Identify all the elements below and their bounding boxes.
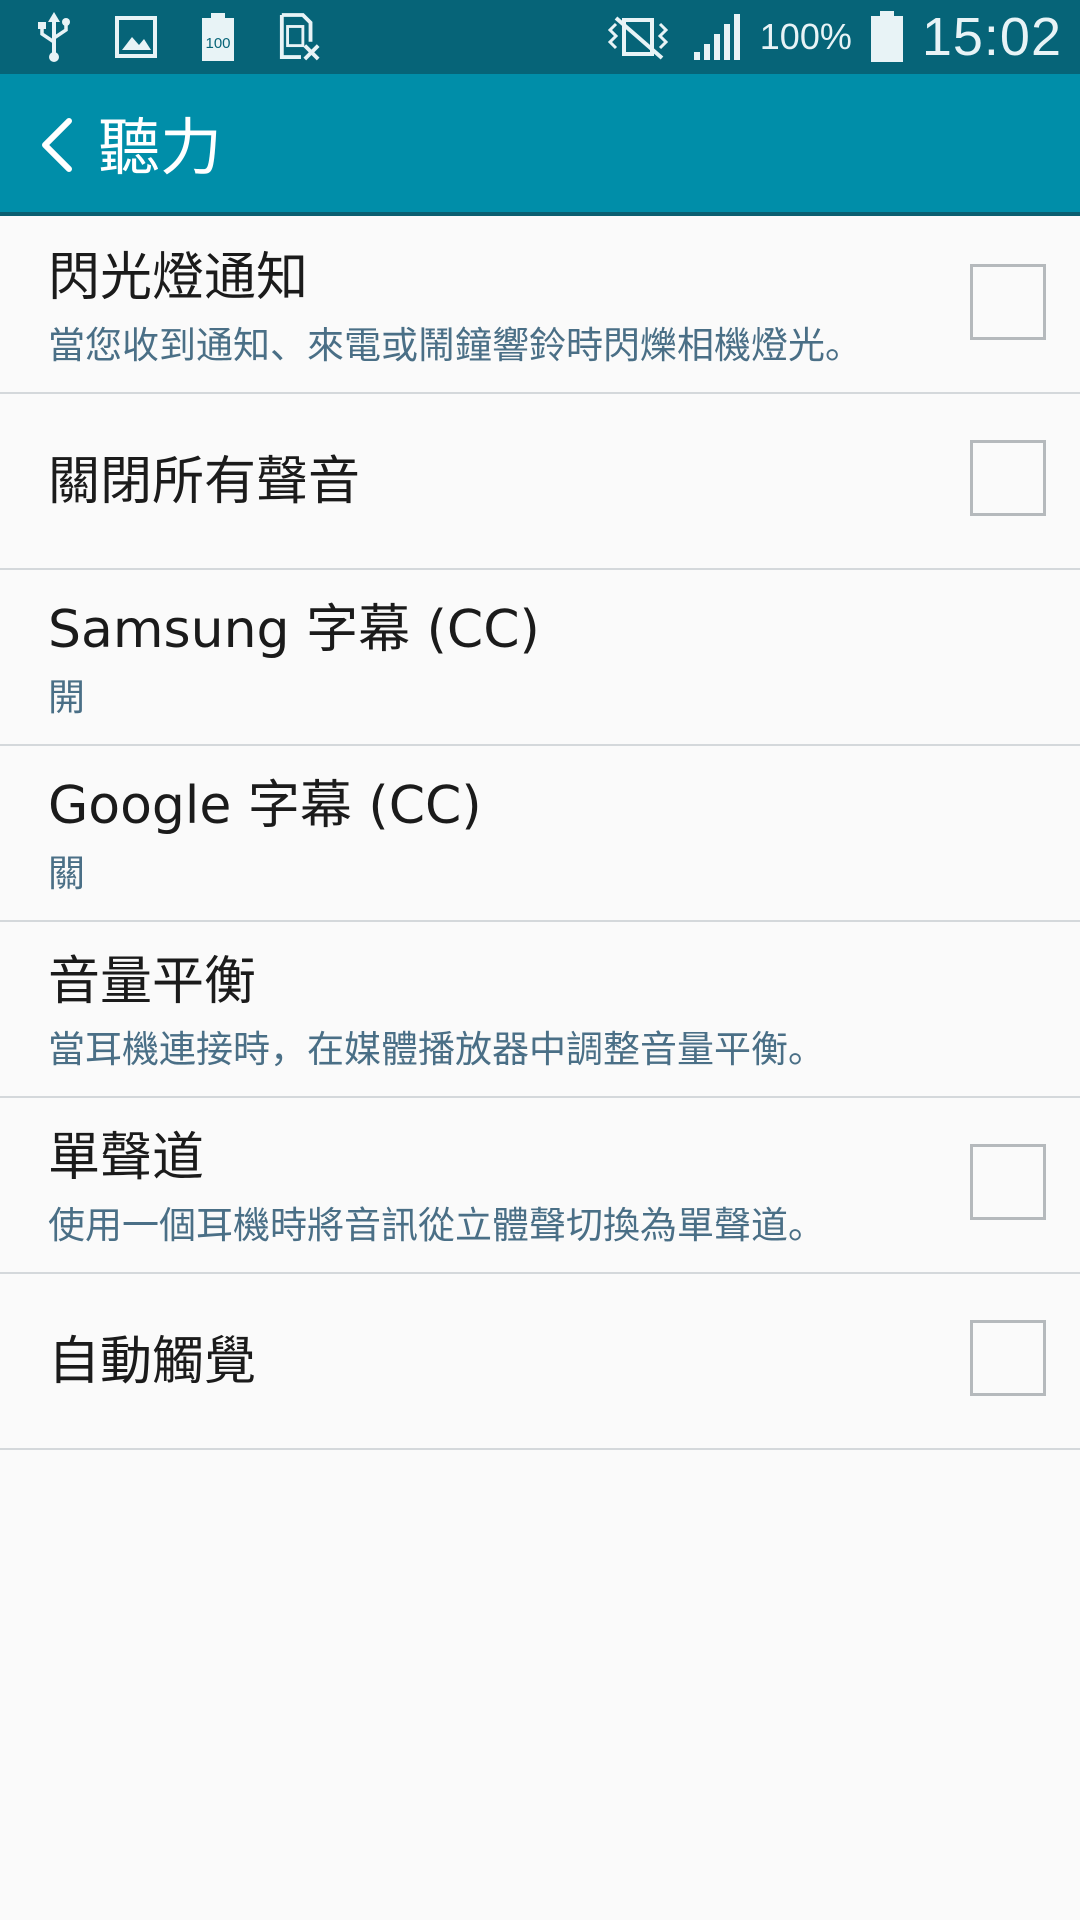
vibrate-icon <box>602 12 674 62</box>
auto-haptic-checkbox[interactable] <box>970 1320 1046 1396</box>
setting-subtitle: 開 <box>48 676 85 719</box>
setting-mono-audio[interactable]: 單聲道 使用一個耳機時將音訊從立體聲切換為單聲道。 <box>0 1098 1080 1274</box>
setting-title: 單聲道 <box>48 1128 205 1188</box>
page-title: 聽力 <box>98 111 223 184</box>
usb-icon <box>32 12 76 62</box>
svg-text:100: 100 <box>205 35 230 52</box>
turn-off-all-sounds-checkbox[interactable] <box>970 440 1046 516</box>
battery-percent: 100% <box>759 16 852 57</box>
setting-subtitle: 當您收到通知、來電或鬧鐘響鈴時閃爍相機燈光。 <box>48 324 862 367</box>
status-bar-right: 100% 15:02 <box>602 0 1062 74</box>
chevron-left-icon <box>42 118 72 172</box>
image-icon <box>114 12 158 62</box>
battery-icon <box>870 11 904 62</box>
back-button[interactable] <box>22 110 92 180</box>
app-bar: 聽力 <box>0 74 1080 216</box>
setting-flash-notification[interactable]: 閃光燈通知 當您收到通知、來電或鬧鐘響鈴時閃爍相機燈光。 <box>0 218 1080 394</box>
sim-missing-icon <box>278 12 322 62</box>
mono-audio-checkbox[interactable] <box>970 1144 1046 1220</box>
settings-list: 閃光燈通知 當您收到通知、來電或鬧鐘響鈴時閃爍相機燈光。 關閉所有聲音 Sams… <box>0 218 1080 1450</box>
setting-sound-balance[interactable]: 音量平衡 當耳機連接時，在媒體播放器中調整音量平衡。 <box>0 922 1080 1098</box>
setting-title: Google 字幕 (CC) <box>48 776 482 836</box>
setting-turn-off-all-sounds[interactable]: 關閉所有聲音 <box>0 394 1080 570</box>
setting-title: 音量平衡 <box>48 952 257 1012</box>
setting-subtitle: 關 <box>48 852 85 895</box>
setting-google-subtitles[interactable]: Google 字幕 (CC) 關 <box>0 746 1080 922</box>
flash-notification-checkbox[interactable] <box>970 264 1046 340</box>
setting-subtitle: 使用一個耳機時將音訊從立體聲切換為單聲道。 <box>48 1204 825 1247</box>
status-bar: 100 100% 15:02 <box>0 0 1080 74</box>
setting-title: 關閉所有聲音 <box>48 452 361 512</box>
battery-100-icon: 100 <box>196 12 240 62</box>
setting-title: 自動觸覺 <box>48 1332 257 1392</box>
clock: 15:02 <box>921 7 1062 67</box>
status-bar-left-icons: 100 <box>32 10 322 64</box>
setting-auto-haptic[interactable]: 自動觸覺 <box>0 1274 1080 1450</box>
setting-title: Samsung 字幕 (CC) <box>48 600 540 660</box>
setting-subtitle: 當耳機連接時，在媒體播放器中調整音量平衡。 <box>48 1028 825 1071</box>
setting-title: 閃光燈通知 <box>48 248 309 308</box>
setting-samsung-subtitles[interactable]: Samsung 字幕 (CC) 開 <box>0 570 1080 746</box>
signal-icon <box>692 12 742 62</box>
